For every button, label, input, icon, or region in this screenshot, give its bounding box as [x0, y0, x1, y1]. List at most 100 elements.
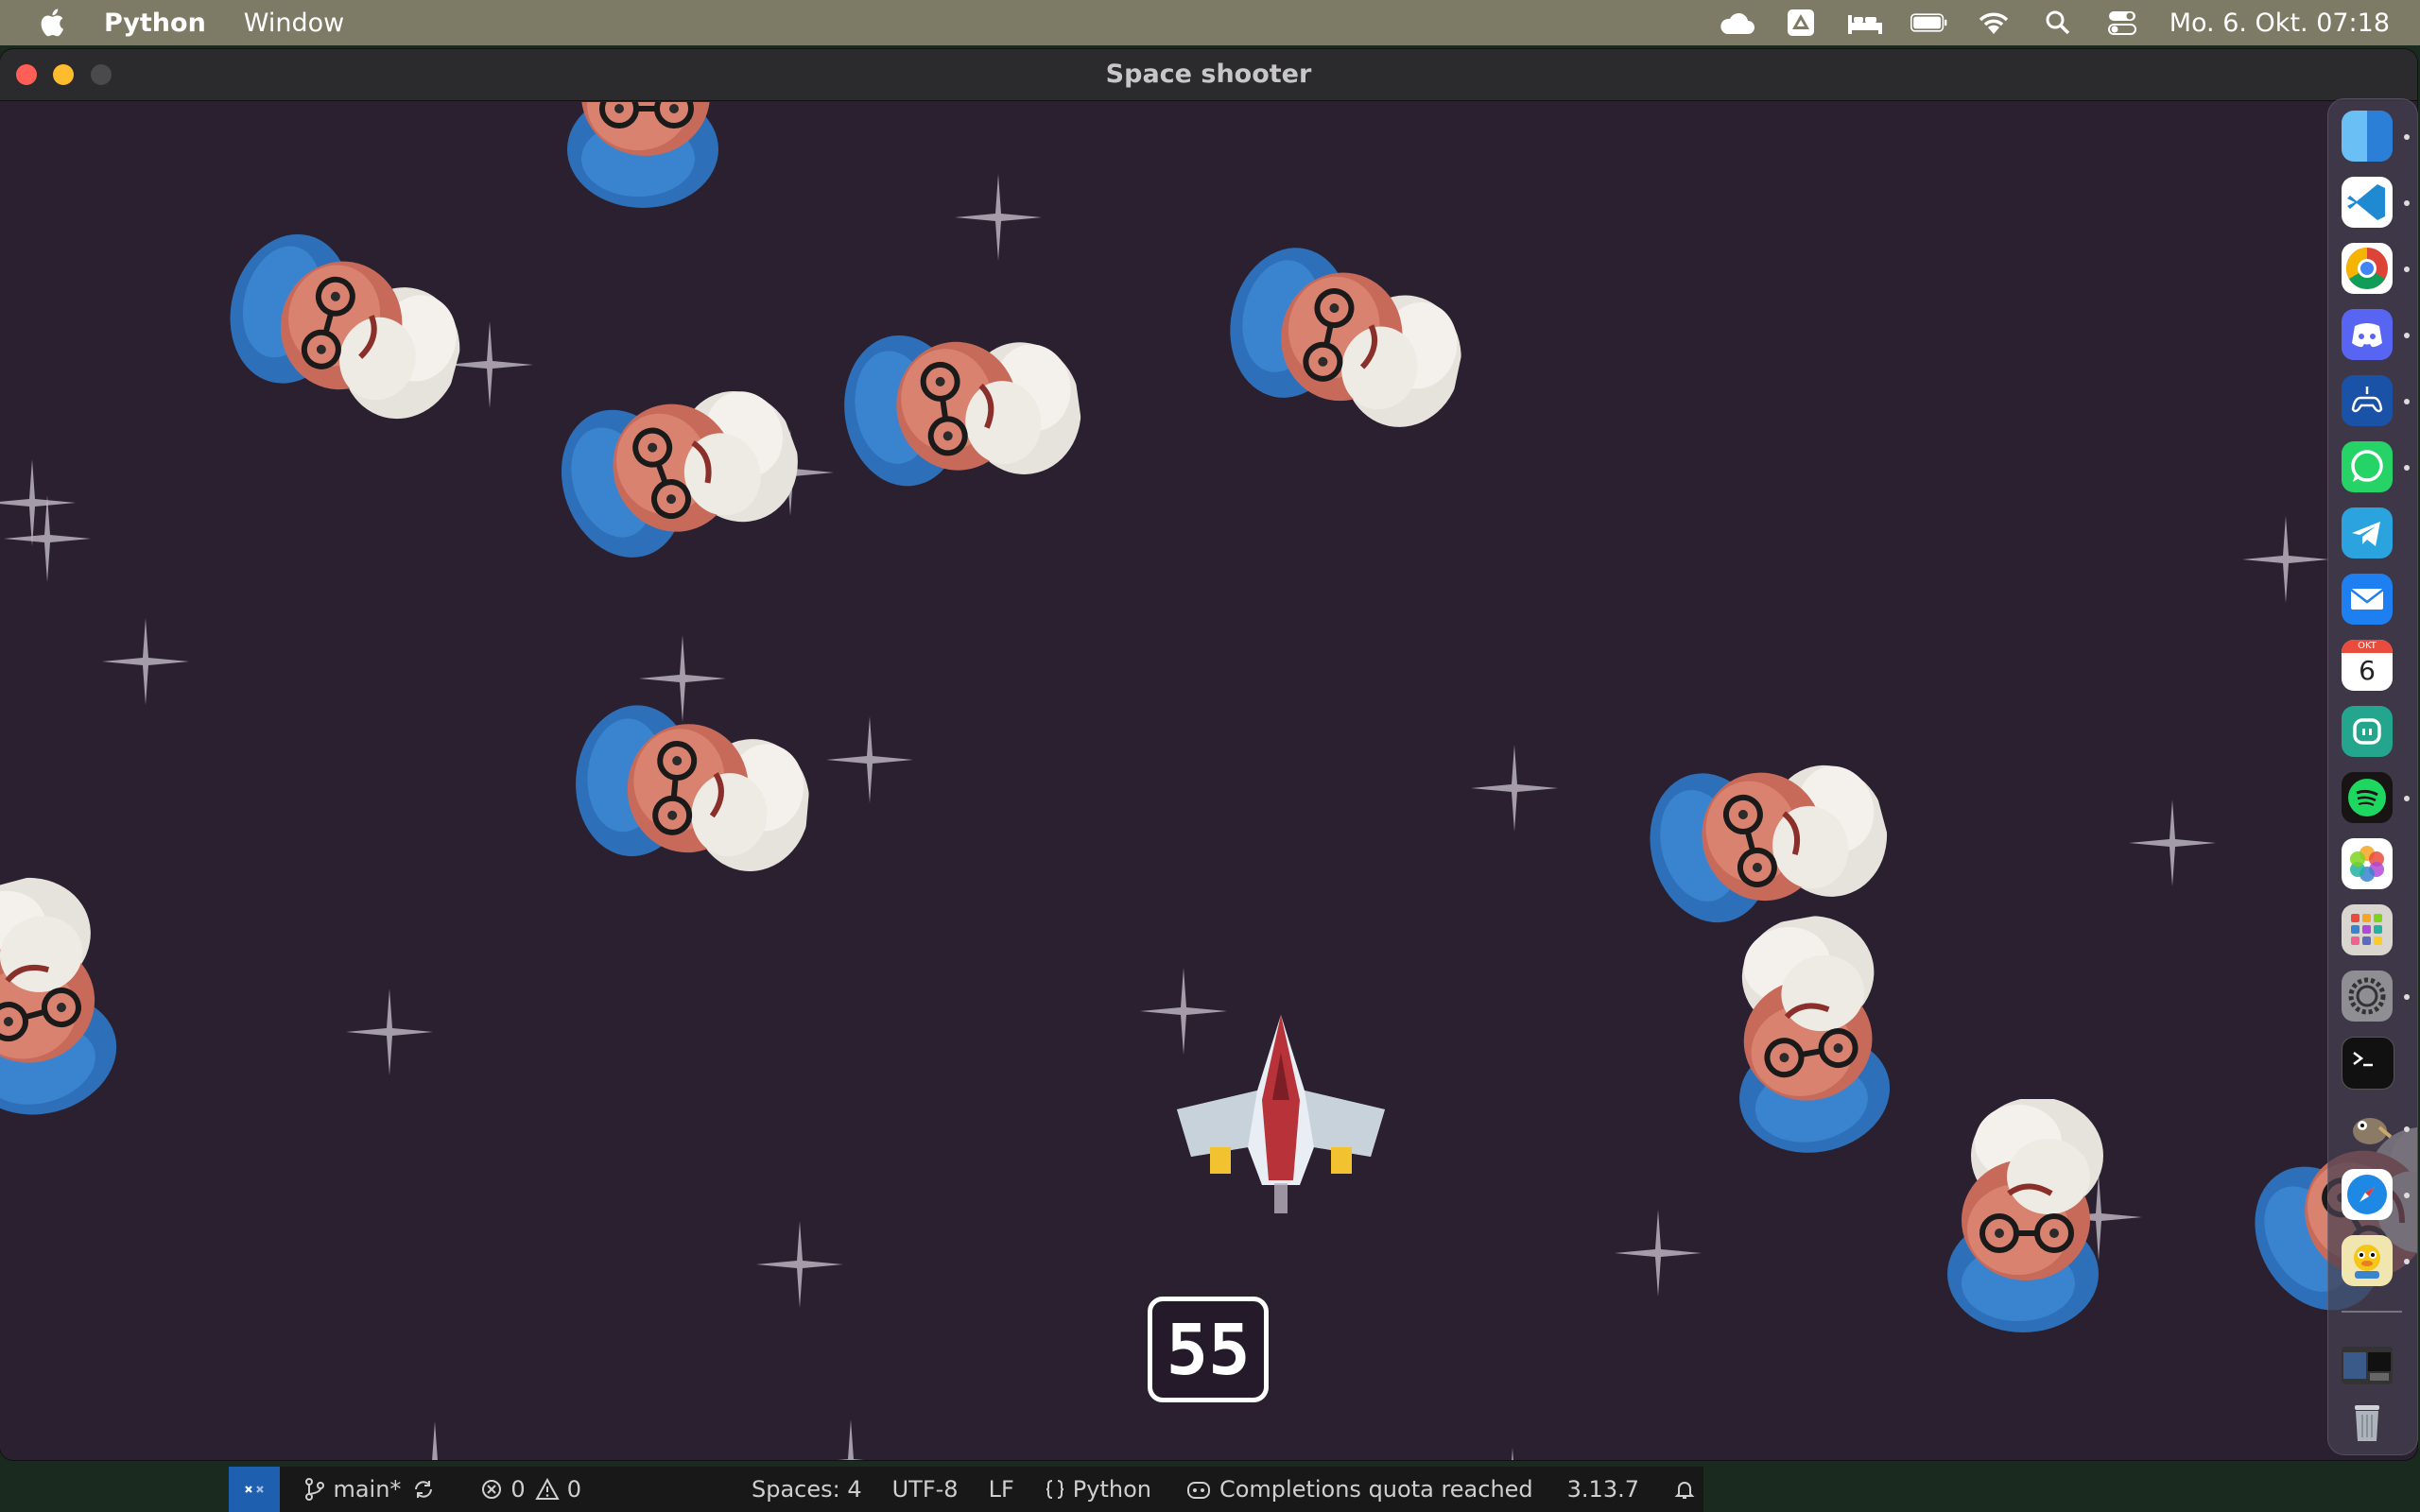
braces-icon — [1046, 1480, 1063, 1499]
dock-running-indicator — [2404, 465, 2410, 471]
chrome-icon[interactable] — [2342, 243, 2393, 294]
indentation-item[interactable]: Spaces: 4 — [752, 1476, 862, 1503]
game-canvas[interactable]: 55 — [0, 102, 2417, 1460]
sync-icon[interactable] — [412, 1478, 435, 1501]
background-star — [2, 493, 93, 584]
dock-running-indicator — [2404, 333, 2410, 338]
dock: OKT 6 — [2327, 98, 2418, 1455]
enemy-face — [820, 288, 1091, 519]
window-titlebar[interactable]: Space shooter — [0, 49, 2417, 101]
trash-icon[interactable] — [2342, 1396, 2393, 1447]
enemy-face — [1200, 211, 1481, 455]
bell-icon — [1674, 1482, 1695, 1499]
dock-running-indicator — [2404, 1193, 2410, 1198]
launchpad-icon[interactable] — [2342, 904, 2393, 955]
calendar-icon[interactable]: OKT 6 — [2342, 640, 2393, 691]
error-icon — [482, 1480, 502, 1499]
language-mode-label: Python — [1072, 1476, 1151, 1503]
language-mode-item[interactable]: Python — [1045, 1476, 1151, 1503]
enemy-face — [1686, 904, 1925, 1181]
background-star — [2127, 798, 2218, 888]
dock-running-indicator — [2404, 994, 2410, 1000]
background-star — [344, 987, 435, 1077]
spotify-icon[interactable] — [2342, 772, 2393, 823]
playstation-remote-icon[interactable] — [2342, 375, 2393, 426]
wifi-icon[interactable] — [1975, 8, 2013, 38]
window-menu[interactable]: Window — [244, 9, 344, 38]
calendar-day: 6 — [2359, 655, 2376, 686]
enemy-face — [0, 860, 156, 1148]
eol-item[interactable]: LF — [989, 1476, 1014, 1503]
background-star — [805, 1418, 896, 1460]
remote-indicator[interactable] — [229, 1467, 281, 1512]
git-branch-label: main* — [333, 1476, 402, 1503]
copilot-status-label: Completions quota reached — [1219, 1476, 1533, 1503]
cloud-icon[interactable] — [1718, 8, 1755, 38]
background-star — [824, 714, 915, 805]
google-drive-icon[interactable] — [1782, 8, 1820, 38]
indentation-label: Spaces: 4 — [751, 1476, 862, 1503]
apple-icon[interactable] — [38, 7, 70, 39]
python-version-label: 3.13.7 — [1566, 1476, 1639, 1503]
system-settings-icon[interactable] — [2342, 971, 2393, 1022]
finder-icon[interactable] — [2342, 111, 2393, 162]
spaceship-icon — [1177, 1015, 1385, 1213]
battery-icon[interactable] — [1910, 8, 1948, 38]
dock-separator — [2342, 1311, 2402, 1313]
dock-running-indicator — [2404, 134, 2410, 140]
game-window: Space shooter 55 — [0, 49, 2417, 1460]
menu-bar: Python Window Mo. 6. Okt. 07:18 — [0, 0, 2420, 45]
whatsapp-icon[interactable] — [2342, 441, 2393, 492]
chatgpt-icon[interactable] — [2342, 706, 2393, 757]
python-version-item[interactable]: 3.13.7 — [1567, 1476, 1639, 1503]
gimp-icon[interactable] — [2342, 1103, 2393, 1154]
enemy-face — [1924, 1099, 2122, 1345]
encoding-item[interactable]: UTF-8 — [892, 1476, 959, 1503]
safari-icon[interactable] — [2342, 1169, 2393, 1220]
background-star — [953, 172, 1044, 263]
notifications-item[interactable] — [1673, 1478, 1703, 1501]
score-display: 55 — [1148, 1297, 1269, 1402]
warning-count: 0 — [566, 1476, 581, 1503]
background-star — [100, 616, 191, 707]
terminal-icon[interactable] — [2342, 1037, 2394, 1090]
menubar-clock[interactable]: Mo. 6. Okt. 07:18 — [2169, 9, 2390, 38]
editor-status-bar: main* 0 0 Spaces: 4 UTF-8 LF Python Comp… — [229, 1467, 1703, 1512]
enemy-face — [522, 331, 821, 601]
remote-icon — [245, 1486, 264, 1493]
recent-window-thumbnail[interactable] — [2342, 1347, 2393, 1384]
background-star — [2240, 514, 2331, 605]
vscode-icon[interactable] — [2342, 177, 2393, 228]
discord-icon[interactable] — [2342, 309, 2393, 360]
git-branch-icon — [305, 1478, 325, 1501]
app-name-menu[interactable]: Python — [104, 9, 206, 38]
enemy-face — [544, 102, 742, 220]
problems-item[interactable]: 0 0 — [480, 1476, 581, 1503]
copilot-status-item[interactable]: Completions quota reached — [1185, 1476, 1533, 1503]
git-branch-item[interactable]: main* — [304, 1476, 442, 1503]
window-title: Space shooter — [1105, 60, 1312, 89]
encoding-label: UTF-8 — [891, 1476, 959, 1503]
warning-icon — [535, 1478, 560, 1500]
dock-running-indicator — [2404, 399, 2410, 404]
dock-running-indicator — [2404, 796, 2410, 801]
background-star — [1469, 743, 1560, 833]
background-star — [389, 1419, 480, 1460]
photos-icon[interactable] — [2342, 838, 2393, 889]
bed-icon[interactable] — [1846, 8, 1884, 38]
dock-running-indicator — [2404, 200, 2410, 206]
mail-icon[interactable] — [2342, 574, 2393, 625]
dock-running-indicator — [2404, 1259, 2410, 1264]
dock-running-indicator — [2404, 1126, 2410, 1132]
enemy-face — [555, 676, 817, 895]
background-star — [1467, 1446, 1558, 1460]
calendar-month: OKT — [2342, 640, 2393, 653]
background-star — [754, 1219, 845, 1310]
search-icon[interactable] — [2039, 8, 2077, 38]
background-star — [1613, 1208, 1703, 1298]
dock-running-indicator — [2404, 266, 2410, 272]
telegram-icon[interactable] — [2342, 507, 2393, 558]
cyberduck-icon[interactable] — [2342, 1235, 2393, 1286]
copilot-icon — [1186, 1482, 1210, 1499]
control-center-icon[interactable] — [2103, 8, 2141, 38]
